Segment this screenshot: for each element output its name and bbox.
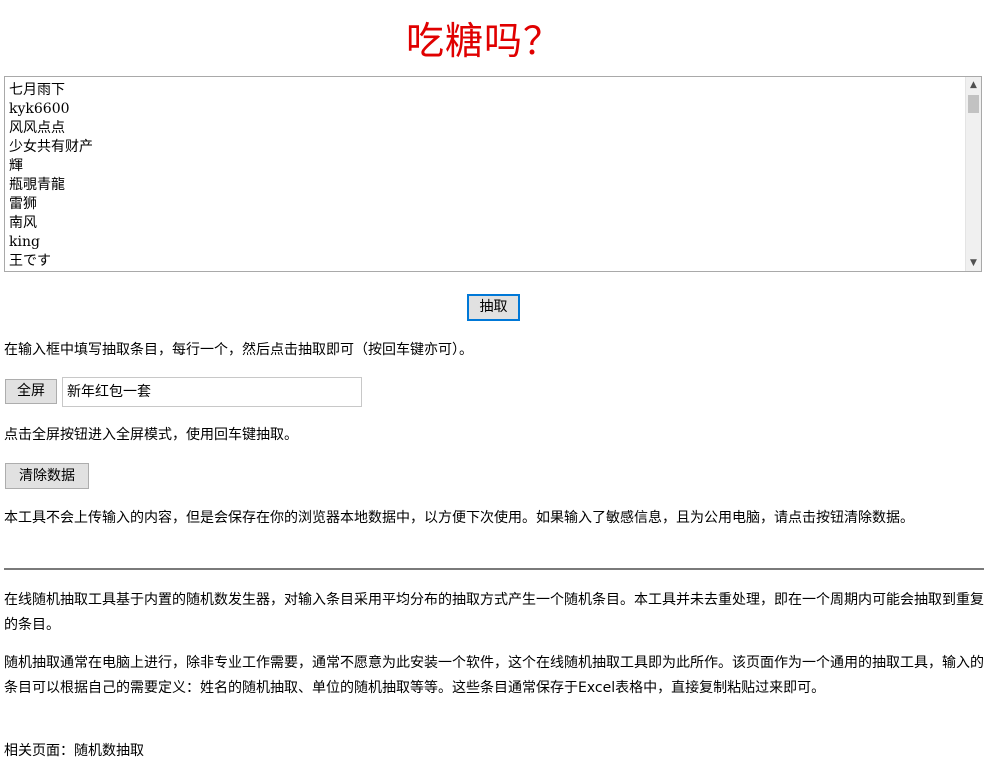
fullscreen-button[interactable]: 全屏 bbox=[5, 379, 57, 404]
scroll-thumb[interactable] bbox=[968, 95, 979, 113]
related-pages: 相关页面：随机数抽取 bbox=[4, 739, 984, 764]
privacy-note-text: 本工具不会上传输入的内容，但是会保存在你的浏览器本地数据中，以方便下次使用。如果… bbox=[4, 510, 914, 526]
input-hint-text: 在输入框中填写抽取条目，每行一个，然后点击抽取即可（按回车键亦可）。 bbox=[4, 342, 473, 358]
fullscreen-hint-text: 点击全屏按钮进入全屏模式，使用回车键抽取。 bbox=[4, 427, 298, 443]
entries-text: 七月雨下 kyk6600 风风点点 少女共有财产 輝 瓶覗青龍 雷狮 南风 ki… bbox=[9, 82, 93, 269]
entries-scrollbar[interactable]: ▲ ▼ bbox=[965, 77, 981, 271]
scroll-up-arrow-icon[interactable]: ▲ bbox=[966, 77, 981, 93]
related-page-link[interactable]: 随机数抽取 bbox=[74, 743, 144, 759]
prize-input[interactable]: 新年红包一套 bbox=[62, 377, 362, 407]
clear-data-button[interactable]: 清除数据 bbox=[5, 463, 89, 489]
scroll-down-arrow-icon[interactable]: ▼ bbox=[966, 255, 981, 271]
description-paragraph-2: 随机抽取通常在电脑上进行，除非专业工作需要，通常不愿意为此安装一个软件，这个在线… bbox=[4, 655, 984, 696]
page-title: 吃糖吗？ bbox=[405, 19, 562, 63]
divider bbox=[4, 568, 984, 570]
related-pages-label: 相关页面： bbox=[4, 743, 74, 759]
description-paragraph-1: 在线随机抽取工具基于内置的随机数发生器，对输入条目采用平均分布的抽取方式产生一个… bbox=[4, 592, 984, 633]
draw-button[interactable]: 抽取 bbox=[467, 294, 520, 321]
entries-textarea[interactable]: 七月雨下 kyk6600 风风点点 少女共有财产 輝 瓶覗青龍 雷狮 南风 ki… bbox=[4, 76, 982, 272]
